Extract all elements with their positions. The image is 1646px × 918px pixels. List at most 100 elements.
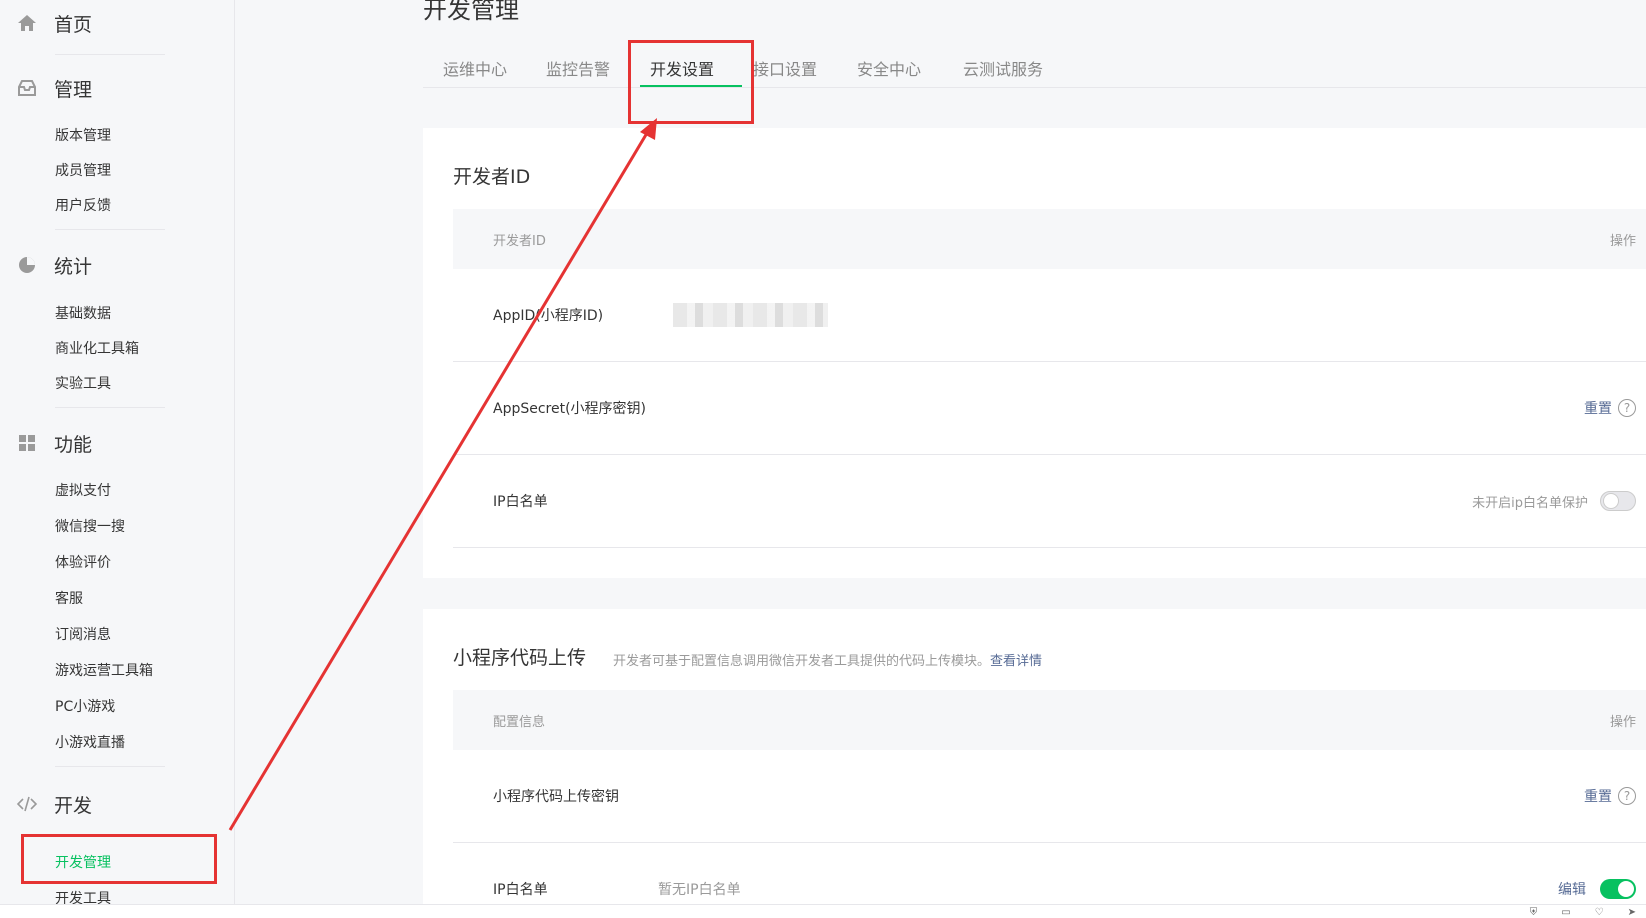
ip-protection-status: 未开启ip白名单保护 (1472, 495, 1588, 511)
sidebar-item-game-ops[interactable]: 游戏运营工具箱 (55, 659, 153, 681)
sidebar-item-label: 成员管理 (55, 163, 111, 179)
sidebar: 首页 管理 版本管理 成员管理 用户反馈 统计 基础数据 商业化工具箱 实验工具 (0, 0, 235, 918)
sidebar-item-label: 实验工具 (55, 376, 111, 392)
shield-icon[interactable]: ⛨ (1530, 907, 1538, 918)
code-icon (16, 793, 38, 815)
tab-cloud-test[interactable]: 云测试服务 (963, 56, 1043, 80)
heart-icon[interactable]: ♡ (1595, 907, 1604, 918)
sidebar-group-manage-label: 管理 (54, 78, 93, 101)
table-row-appid: AppID(小程序ID) (453, 269, 1646, 362)
app-root: 首页 管理 版本管理 成员管理 用户反馈 统计 基础数据 商业化工具箱 实验工具 (0, 0, 1646, 918)
upload-ip-value: 暂无IP白名单 (658, 882, 741, 898)
code-upload-desc: 开发者可基于配置信息调用微信开发者工具提供的代码上传模块。查看详情 (613, 650, 1042, 669)
appsecret-action: 重置 ? (1584, 398, 1636, 418)
inbox-icon (16, 77, 38, 99)
pie-chart-icon (16, 254, 38, 276)
col-action: 操作 (1609, 715, 1636, 730)
edit-ip-whitelist-button[interactable]: 编辑 (1558, 879, 1586, 899)
dev-id-table-header: 开发者ID 操作 (453, 209, 1646, 269)
question-circle-icon[interactable]: ? (1618, 787, 1636, 805)
sidebar-item-label: 用户反馈 (55, 198, 111, 214)
sidebar-item-pc-game[interactable]: PC小游戏 (55, 695, 115, 717)
sidebar-divider (55, 54, 165, 55)
upload-key-label: 小程序代码上传密钥 (493, 789, 619, 805)
sidebar-item-basic-data[interactable]: 基础数据 (55, 302, 111, 324)
sidebar-group-stats[interactable]: 统计 (16, 250, 92, 280)
sidebar-divider (55, 407, 165, 408)
sidebar-item-feedback[interactable]: 用户反馈 (55, 194, 111, 216)
sidebar-item-label: 商业化工具箱 (55, 341, 139, 357)
bottom-toolbar: ⛨ ▭ ♡ ➤ (0, 904, 1646, 918)
send-icon[interactable]: ➤ (1628, 907, 1636, 918)
sidebar-item-game-live[interactable]: 小游戏直播 (55, 731, 125, 753)
tab-ops-center[interactable]: 运维中心 (443, 56, 507, 80)
view-details-link[interactable]: 查看详情 (990, 654, 1042, 669)
upload-ip-toggle[interactable] (1600, 879, 1636, 899)
sidebar-item-label: 基础数据 (55, 306, 111, 322)
ip-whitelist-label: IP白名单 (493, 494, 548, 510)
sidebar-item-label: 订阅消息 (55, 627, 111, 643)
tab-api-settings[interactable]: 接口设置 (753, 56, 817, 80)
grid-icon (16, 432, 38, 454)
appid-value-redacted (673, 303, 828, 327)
upload-ip-action: 编辑 (1558, 879, 1636, 899)
table-row-ip-whitelist: IP白名单 未开启ip白名单保护 (453, 455, 1646, 548)
table-row-upload-key: 小程序代码上传密钥 重置 ? (453, 750, 1646, 843)
sidebar-divider (55, 229, 165, 230)
ip-whitelist-action: 未开启ip白名单保护 (1472, 491, 1636, 511)
upload-ip-label: IP白名单 (493, 882, 548, 898)
reset-upload-key-button[interactable]: 重置 (1584, 786, 1612, 806)
sidebar-item-label: 版本管理 (55, 128, 111, 144)
sidebar-item-experiment[interactable]: 实验工具 (55, 372, 111, 394)
bottom-toolbar-icons: ⛨ ▭ ♡ ➤ (1530, 907, 1636, 918)
sidebar-group-dev-label: 开发 (54, 794, 93, 817)
sidebar-group-features[interactable]: 功能 (16, 428, 92, 458)
sidebar-home[interactable]: 首页 (16, 8, 92, 38)
sidebar-item-virtual-pay[interactable]: 虚拟支付 (55, 479, 111, 501)
sidebar-item-customer-service[interactable]: 客服 (55, 587, 83, 609)
annotation-box-tab (628, 40, 754, 124)
sidebar-item-label: PC小游戏 (55, 699, 116, 715)
code-upload-desc-text: 开发者可基于配置信息调用微信开发者工具提供的代码上传模块。 (613, 654, 991, 669)
tab-bar: 运维中心 监控告警 开发设置 接口设置 安全中心 云测试服务 (423, 48, 1646, 88)
dev-id-card-title: 开发者ID (453, 166, 531, 188)
window-icon[interactable]: ▭ (1561, 907, 1570, 918)
sidebar-home-label: 首页 (54, 13, 93, 36)
sidebar-item-label: 游戏运营工具箱 (55, 663, 153, 679)
reset-appsecret-button[interactable]: 重置 (1584, 398, 1612, 418)
code-upload-card-title: 小程序代码上传 (453, 647, 587, 669)
code-upload-card: 小程序代码上传 开发者可基于配置信息调用微信开发者工具提供的代码上传模块。查看详… (423, 609, 1646, 909)
main-content: 开发管理 运维中心 监控告警 开发设置 接口设置 安全中心 云测试服务 开发者I… (235, 0, 1646, 910)
tab-monitor-alert[interactable]: 监控告警 (546, 56, 610, 80)
col-action: 操作 (1609, 234, 1636, 249)
question-circle-icon[interactable]: ? (1618, 399, 1636, 417)
sidebar-item-wechat-search[interactable]: 微信搜一搜 (55, 515, 125, 537)
sidebar-item-label: 微信搜一搜 (55, 519, 125, 535)
sidebar-item-label: 客服 (55, 591, 83, 607)
tab-security-center[interactable]: 安全中心 (857, 56, 921, 80)
annotation-box-sidebar (21, 834, 217, 884)
table-row-appsecret: AppSecret(小程序密钥) 重置 ? (453, 362, 1646, 455)
dev-id-card: 开发者ID 开发者ID 操作 AppID(小程序ID) AppSecret(小程… (423, 128, 1646, 578)
sidebar-item-label: 体验评价 (55, 555, 111, 571)
sidebar-item-commerce-toolbox[interactable]: 商业化工具箱 (55, 337, 139, 359)
home-icon (16, 12, 38, 34)
page-title: 开发管理 (423, 0, 519, 24)
sidebar-item-subscribe-msg[interactable]: 订阅消息 (55, 623, 111, 645)
sidebar-item-members[interactable]: 成员管理 (55, 159, 111, 181)
sidebar-group-manage[interactable]: 管理 (16, 73, 92, 103)
toggle-knob (1603, 493, 1619, 509)
col-config: 配置信息 (493, 715, 546, 730)
appid-label: AppID(小程序ID) (493, 308, 604, 324)
sidebar-item-experience-review[interactable]: 体验评价 (55, 551, 111, 573)
sidebar-group-dev[interactable]: 开发 (16, 789, 92, 819)
appsecret-label: AppSecret(小程序密钥) (493, 401, 647, 417)
sidebar-group-features-label: 功能 (54, 433, 93, 456)
sidebar-item-version[interactable]: 版本管理 (55, 124, 111, 146)
col-name: 开发者ID (493, 234, 546, 249)
upload-table-header: 配置信息 操作 (453, 690, 1646, 750)
sidebar-item-label: 虚拟支付 (55, 483, 111, 499)
toggle-knob (1618, 881, 1634, 897)
sidebar-item-label: 小游戏直播 (55, 735, 125, 751)
ip-protection-toggle[interactable] (1600, 491, 1636, 511)
